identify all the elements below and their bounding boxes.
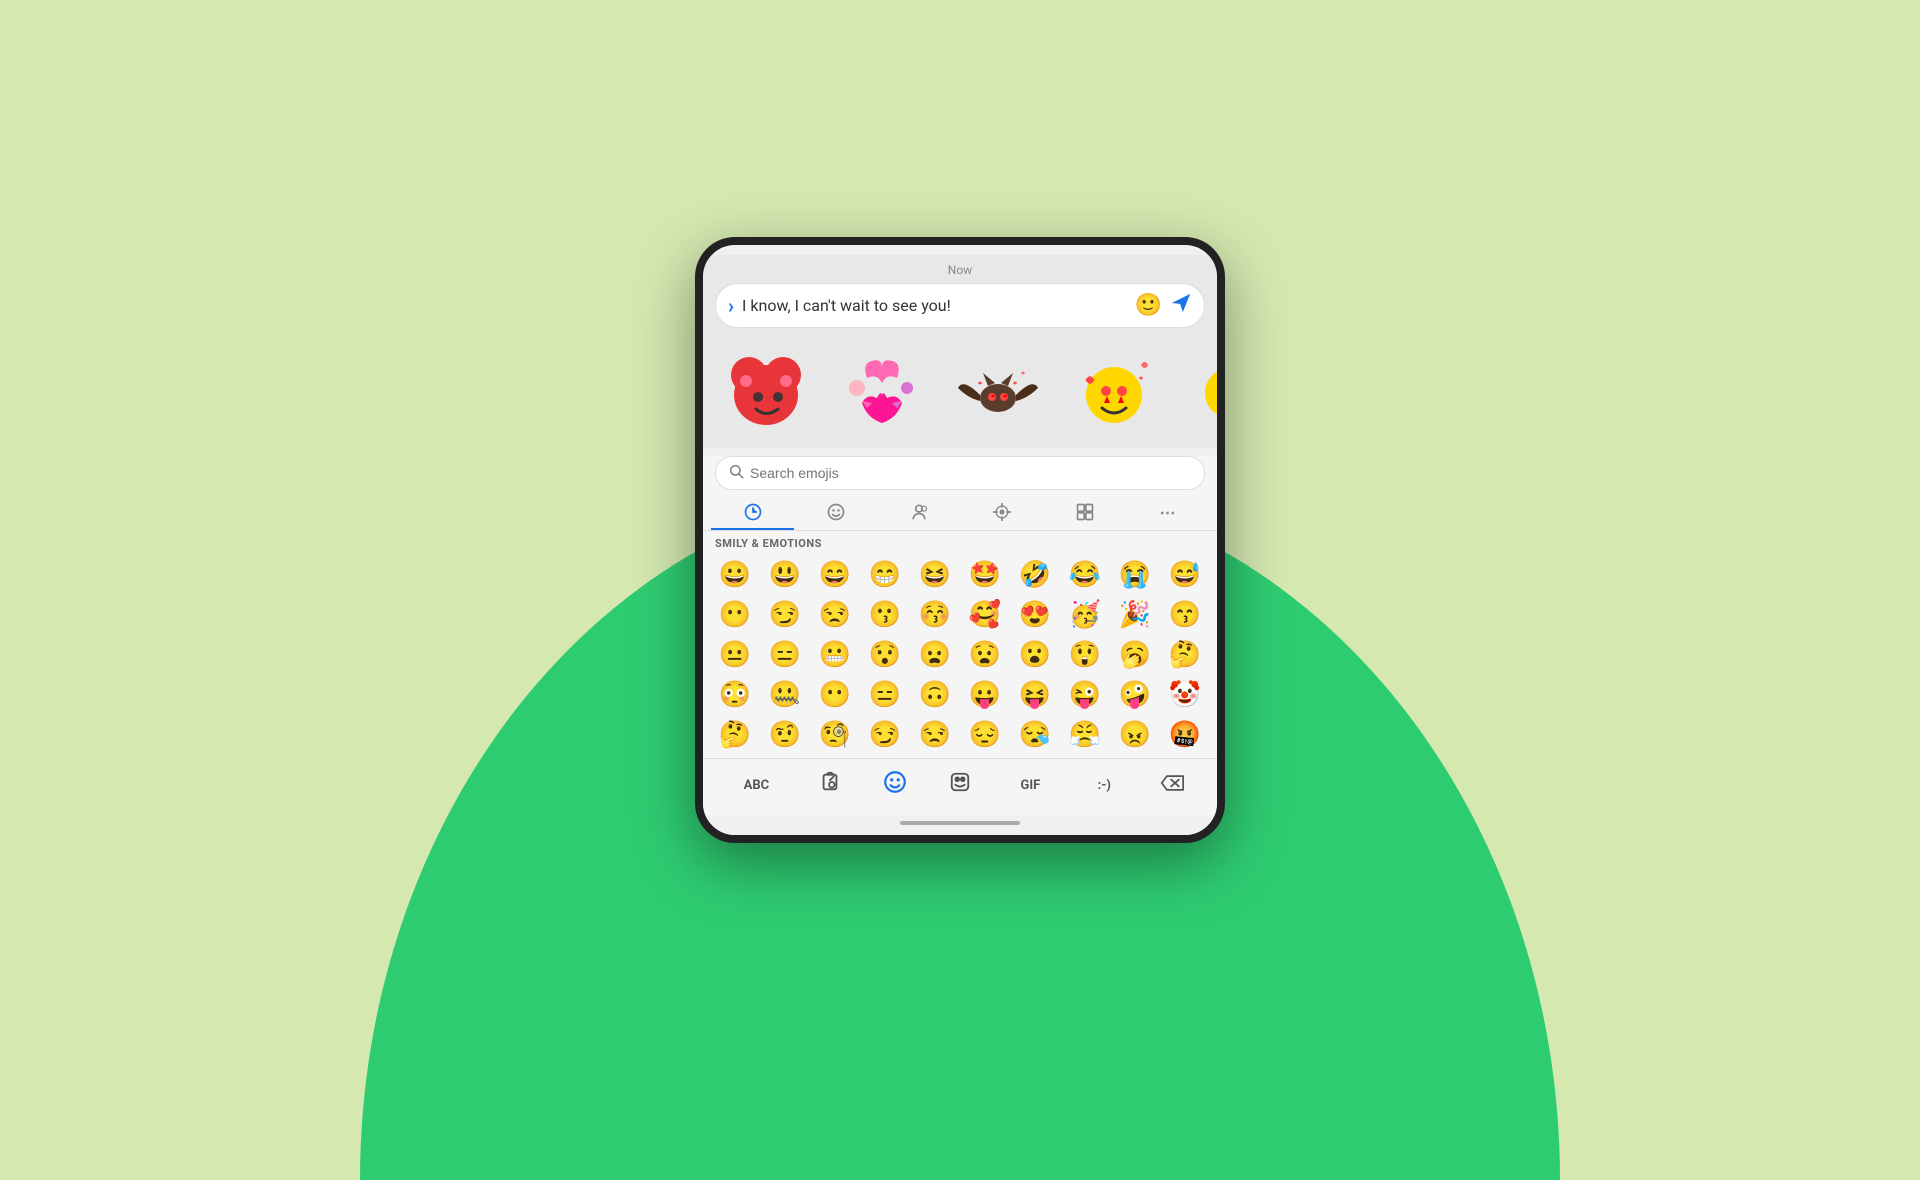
bottom-toolbar: ABC [703,758,1217,815]
gif-button[interactable]: GIF [1012,774,1048,797]
message-input-row: › I know, I can't wait to see you! 🙂 [715,283,1205,328]
emoji-cell[interactable]: 😑 [861,676,909,714]
emoji-cell[interactable]: 😭 [1111,556,1159,594]
emoji-cell[interactable]: 😤 [1061,716,1109,754]
emoji-cell[interactable]: 😯 [861,636,909,674]
expand-button[interactable]: › [728,294,734,318]
emoji-cell[interactable]: 😬 [811,636,859,674]
emoji-cell[interactable]: 😛 [961,676,1009,714]
home-bar [900,821,1020,825]
timestamp: Now [703,263,1217,277]
emoji-cell[interactable]: 😜 [1061,676,1109,714]
emoji-cell[interactable]: 😮 [1011,636,1059,674]
emoji-cell[interactable]: 😠 [1111,716,1159,754]
tab-people[interactable] [877,496,960,530]
sticker-item-4[interactable] [1059,348,1169,438]
delete-button[interactable] [1160,772,1184,799]
emoji-cell[interactable]: 😧 [961,636,1009,674]
emoji-button[interactable]: 🙂 [1135,293,1162,318]
abc-button[interactable]: ABC [736,774,778,797]
phone-frame: Now › I know, I can't wait to see you! 🙂 [695,237,1225,843]
emoji-cell[interactable]: 😚 [911,596,959,634]
tab-objects[interactable] [960,496,1043,530]
category-tabs: ⋯ [703,496,1217,531]
message-area: Now › I know, I can't wait to see you! 🙂 [703,255,1217,338]
emoji-cell[interactable]: 🎉 [1111,596,1159,634]
emoticon-button[interactable]: :-) [1090,774,1119,797]
emoji-cell[interactable]: 😗 [861,596,909,634]
send-button[interactable] [1170,292,1192,319]
emoji-cell[interactable]: 😔 [961,716,1009,754]
emoji-cell[interactable]: 😶 [711,596,759,634]
emoji-cell[interactable]: 😄 [811,556,859,594]
emoji-cell[interactable]: 😪 [1011,716,1059,754]
emoji-cell[interactable]: 🤬 [1161,716,1209,754]
emoji-cell[interactable]: 🧐 [811,716,859,754]
emoji-cell[interactable]: 🤐 [761,676,809,714]
emoji-cell[interactable]: 😍 [1011,596,1059,634]
search-icon [728,463,744,483]
emoji-cell[interactable]: 😒 [911,716,959,754]
emoji-cell[interactable]: 🤩 [961,556,1009,594]
emoji-cell[interactable]: 🤣 [1011,556,1059,594]
emoji-cell[interactable]: 😑 [761,636,809,674]
emoji-cell[interactable]: 😂 [1061,556,1109,594]
sticker-item-3[interactable] [943,348,1053,438]
emoji-keyboard: ⋯ SMILY & EMOTIONS 😀 😃 😄 😁 😆 🤩 🤣 😂 😭 😅 😶… [703,456,1217,815]
tab-recent[interactable] [711,496,794,530]
emoji-cell[interactable]: 😅 [1161,556,1209,594]
emoji-cell[interactable]: 🤔 [1161,636,1209,674]
emoji-cell[interactable]: 😝 [1011,676,1059,714]
message-text: I know, I can't wait to see you! [742,296,1127,315]
tab-symbols[interactable] [1043,496,1126,530]
sticker-item-2[interactable] [827,348,937,438]
emoji-cell[interactable]: 🥱 [1111,636,1159,674]
emoji-cell[interactable]: 😙 [1161,596,1209,634]
emoji-cell[interactable]: 😀 [711,556,759,594]
emoji-cell[interactable]: 😦 [911,636,959,674]
emoji-cell[interactable]: 🥳 [1061,596,1109,634]
sticker-item-5[interactable] [1175,348,1217,438]
emoji-cell[interactable]: 😆 [911,556,959,594]
tab-smileys[interactable] [794,496,877,530]
sticker-icon[interactable] [949,771,971,799]
section-label: SMILY & EMOTIONS [703,531,1217,552]
emoji-cell[interactable]: 🥰 [961,596,1009,634]
emoji-cell[interactable]: 😏 [761,596,809,634]
emoji-cell[interactable]: 😳 [711,676,759,714]
emoji-grid: 😀 😃 😄 😁 😆 🤩 🤣 😂 😭 😅 😶 😏 😒 😗 😚 🥰 😍 🥳 🎉 😙 … [703,552,1217,758]
emoji-cell[interactable]: 🤪 [1111,676,1159,714]
emoji-cell[interactable]: 🤨 [761,716,809,754]
emoji-cell[interactable]: 😐 [711,636,759,674]
emoji-cell[interactable]: 😶 [811,676,859,714]
emoji-cell[interactable]: 😒 [811,596,859,634]
emoji-cell[interactable]: 😲 [1061,636,1109,674]
home-indicator [703,815,1217,835]
search-bar[interactable] [715,456,1205,490]
search-input[interactable] [750,465,1192,481]
clipboard-icon[interactable] [819,771,841,799]
emoji-cell[interactable]: 🙃 [911,676,959,714]
sticker-item-1[interactable] [711,348,821,438]
emoji-cell[interactable]: 😏 [861,716,909,754]
sticker-row [703,338,1217,448]
emoji-keyboard-icon[interactable] [882,769,908,801]
tab-more[interactable]: ⋯ [1126,496,1209,530]
emoji-cell[interactable]: 😃 [761,556,809,594]
emoji-cell[interactable]: 🤡 [1161,676,1209,714]
emoji-cell[interactable]: 🤔 [711,716,759,754]
emoji-cell[interactable]: 😁 [861,556,909,594]
